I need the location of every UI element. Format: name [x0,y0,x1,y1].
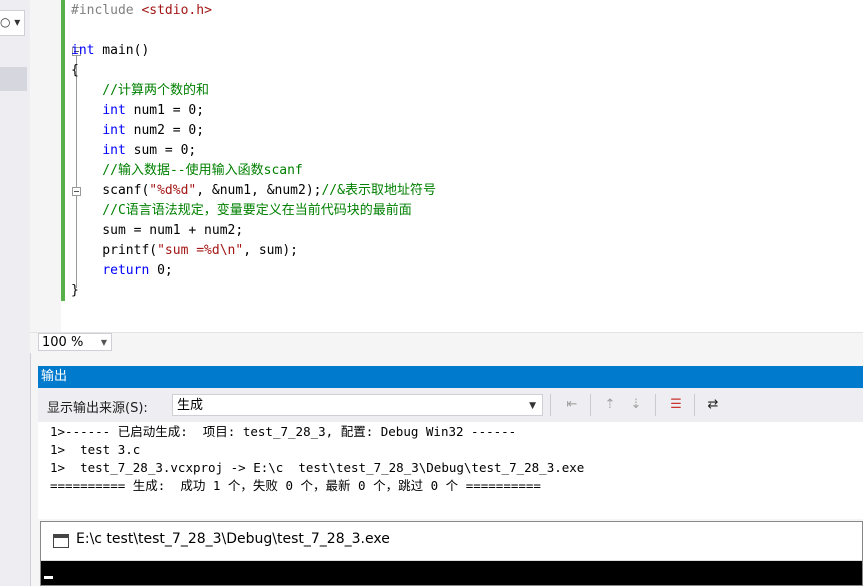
output-source-select[interactable]: 生成 ▼ [172,394,543,416]
code-token: { [71,63,79,78]
console-app-icon [53,534,69,548]
code-token: , &num1, &num2); [196,183,322,198]
code-token: //计算两个数的和 [71,83,209,98]
output-line: 1> test 3.c [50,442,141,457]
chevron-down-icon: ▼ [100,338,107,347]
code-line: scanf("%d%d", &num1, &num2);//&表示取地址符号 [71,181,436,201]
code-token: //输入数据--使用输入函数scanf [71,163,303,178]
sidebar-selected-item[interactable] [0,67,27,91]
code-line: int sum = 0; [71,141,196,161]
go-previous-message-icon[interactable]: ⇡ [600,395,620,415]
code-token: scanf( [71,183,150,198]
editor-margin [30,0,61,332]
output-text-area[interactable]: 1>------ 已启动生成: 项目: test_7_28_3, 配置: Deb… [38,422,863,519]
change-tracking-bar [61,0,65,301]
code-line: { [71,61,79,81]
code-token: int [71,43,95,58]
clear-all-icon[interactable]: ☰ [666,395,686,415]
code-line: //C语言语法规定，变量要定义在当前代码块的最前面 [71,201,412,221]
output-panel-title[interactable]: 输出 [38,366,863,388]
code-line: return 0; [71,261,173,281]
code-line: printf("sum =%d\n", sum); [71,241,298,261]
code-token: sum = num1 + num2; [71,223,244,238]
output-line: ========== 生成: 成功 1 个，失败 0 个，最新 0 个，跳过 0… [50,478,541,493]
code-line: int main() [71,41,149,61]
output-title-label: 输出 [41,369,68,384]
code-line: sum = num1 + num2; [71,221,243,241]
zoom-value: 100 % [42,335,84,350]
code-token: "sum =%d\n" [157,243,244,258]
code-token: } [71,283,79,298]
code-token: main() [94,43,150,58]
chevron-down-icon: ▼ [529,401,536,411]
console-title: E:\c test\test_7_28_3\Debug\test_7_28_3.… [76,531,390,547]
code-line: #include <stdio.h> [71,3,212,18]
toolbar-separator [590,394,591,416]
toolbar-separator [655,394,656,416]
code-editor[interactable]: #include <stdio.h> int main(){ //计算两个数的和 … [30,0,863,332]
code-token: return [102,263,150,278]
toolbar-separator [694,394,695,416]
sidebar-dropdown[interactable]: ○ ▾ [0,10,25,36]
code-token: int [102,103,126,118]
output-line: 1>------ 已启动生成: 项目: test_7_28_3, 配置: Deb… [50,424,517,439]
code-token: 0; [149,263,173,278]
code-token: "%d%d" [149,183,197,198]
word-wrap-icon[interactable]: ⇄ [703,395,723,415]
left-sidebar: ○ ▾ [0,0,31,586]
console-cursor [44,576,53,579]
output-toolbar: 显示输出来源(S): 生成 ▼ ⇤ ⇡ ⇣ ☰ ⇄ [38,388,863,422]
code-line: int num2 = 0; [71,121,204,141]
editor-statusbar: 100 % ▼ [30,332,863,353]
source-label: 显示输出来源(S): [47,401,148,416]
code-token: int [102,143,126,158]
toolbar-separator [550,394,551,416]
code-line: int num1 = 0; [71,101,204,121]
go-next-message-icon[interactable]: ⇣ [626,395,646,415]
code-token: int [102,123,126,138]
find-message-icon[interactable]: ⇤ [562,395,582,415]
code-line: } [71,281,79,301]
console-titlebar[interactable]: E:\c test\test_7_28_3\Debug\test_7_28_3.… [41,522,862,561]
code-line: //输入数据--使用输入函数scanf [71,161,303,181]
code-token: , sum); [243,243,298,258]
code-token: //&表示取地址符号 [321,183,436,198]
code-token: //C语言语法规定，变量要定义在当前代码块的最前面 [71,203,412,218]
code-token: printf( [71,243,158,258]
code-token: num1 = 0; [125,103,205,118]
code-token: num2 = 0; [125,123,205,138]
code-line: //计算两个数的和 [71,81,209,101]
output-source-value: 生成 [177,398,204,413]
output-line: 1> test_7_28_3.vcxproj -> E:\c test\test… [50,460,585,475]
zoom-level-select[interactable]: 100 % ▼ [38,333,112,351]
code-token: sum = 0; [125,143,197,158]
console-window[interactable]: E:\c test\test_7_28_3\Debug\test_7_28_3.… [40,521,863,586]
